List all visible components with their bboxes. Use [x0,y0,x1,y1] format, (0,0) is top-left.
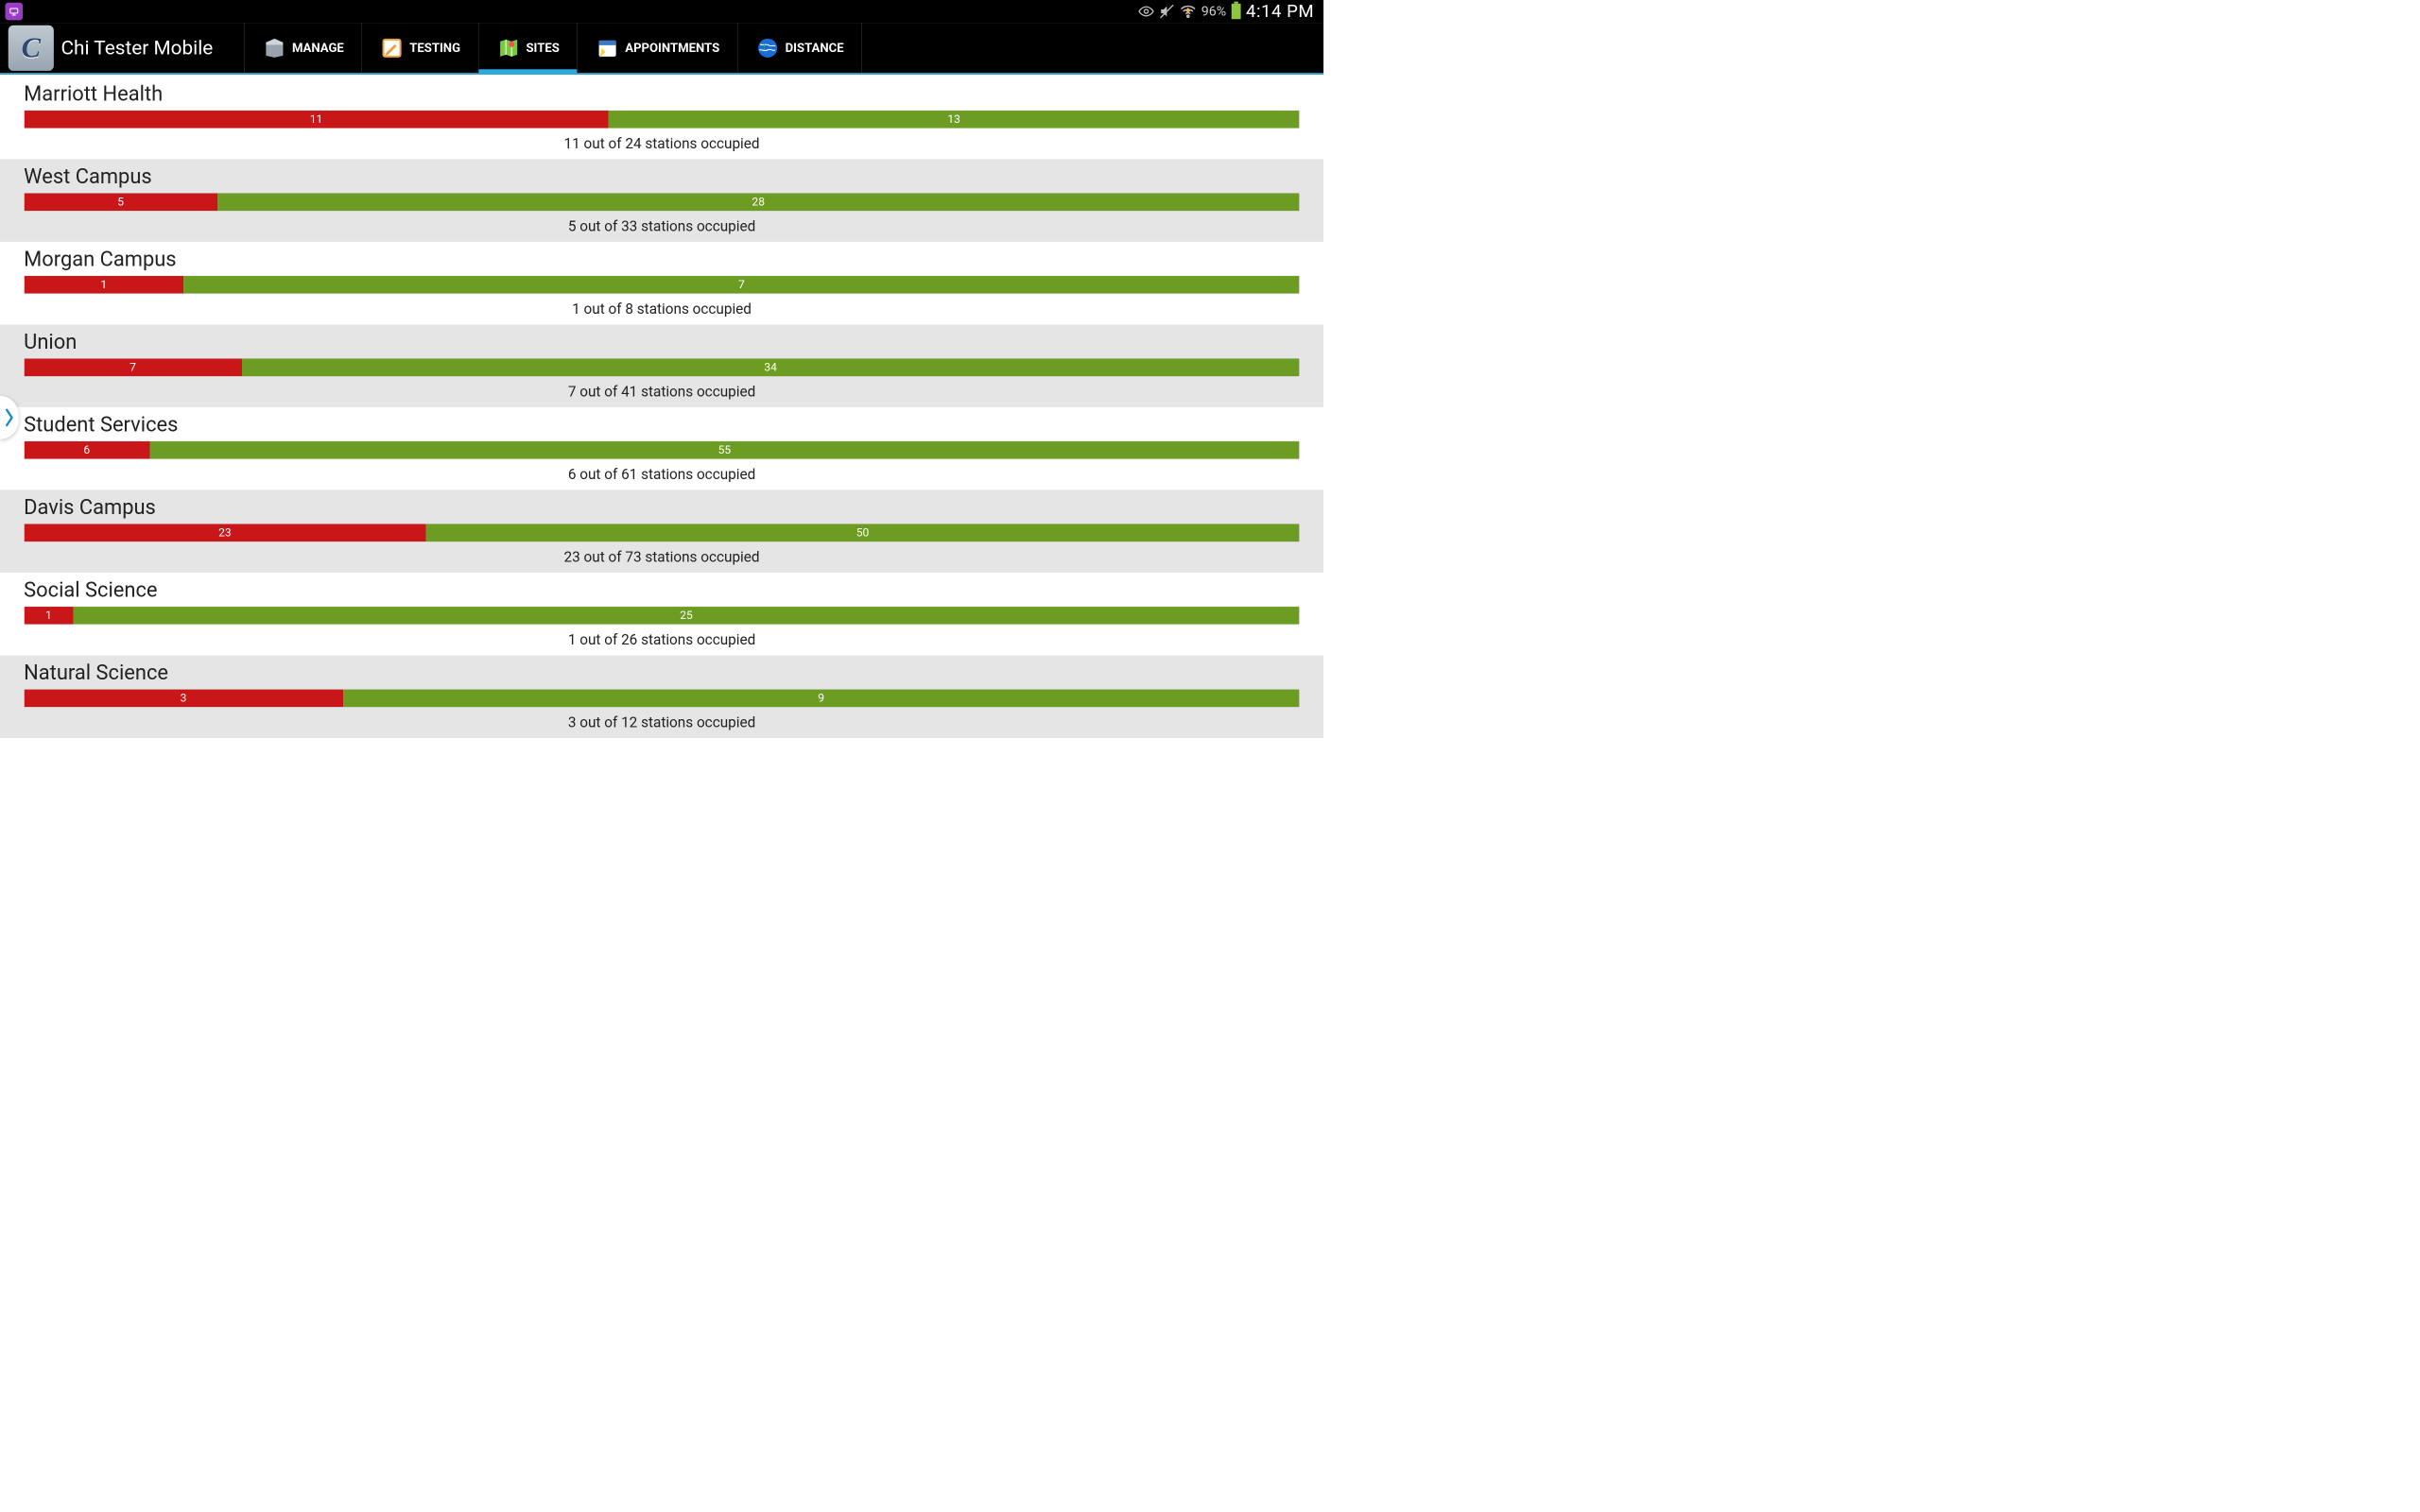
tab-testing[interactable]: TESTING [361,23,477,73]
site-row[interactable]: Marriott Health111311 out of 24 stations… [0,77,1323,160]
globe-icon [755,35,780,60]
site-status-text: 5 out of 33 stations occupied [0,212,1323,242]
site-status-text: 6 out of 61 stations occupied [0,459,1323,490]
occupancy-bar: 125 [24,607,1300,626]
site-status-text: 1 out of 8 stations occupied [0,294,1323,324]
tab-manage[interactable]: MANAGE [244,23,361,73]
occupancy-bar: 528 [24,193,1300,212]
pencil-icon [380,35,405,60]
site-row[interactable]: West Campus5285 out of 33 stations occup… [0,159,1323,242]
mute-icon [1159,4,1174,19]
occupancy-bar: 39 [24,689,1300,708]
status-right: 96% 4:14 PM [1138,1,1323,22]
wifi-icon [1180,3,1197,20]
free-segment: 9 [343,690,1299,708]
site-row[interactable]: Student Services6556 out of 61 stations … [0,407,1323,490]
site-row[interactable]: Social Science1251 out of 26 stations oc… [0,573,1323,656]
site-row[interactable]: Natural Science393 out of 12 stations oc… [0,655,1323,738]
notification-app-icon [5,3,23,21]
free-segment: 50 [426,524,1300,542]
occupied-segment: 7 [25,359,242,377]
tab-sites[interactable]: SITES [478,23,578,73]
site-row[interactable]: Davis Campus235023 out of 73 stations oc… [0,490,1323,573]
occupied-segment: 23 [25,524,426,542]
status-left [0,3,23,21]
occupancy-bar: 734 [24,358,1300,377]
free-segment: 13 [609,111,1300,129]
occupied-segment: 6 [25,441,150,459]
site-status-text: 1 out of 26 stations occupied [0,625,1323,655]
tab-appointments[interactable]: APPOINTMENTS [577,23,736,73]
site-status-text: 3 out of 12 stations occupied [0,708,1323,738]
site-name: Social Science [0,573,1323,607]
box-icon [262,35,286,60]
app-header: C Chi Tester Mobile MANAGE TESTING SITES AP… [0,23,1323,75]
battery-percent: 96% [1201,4,1226,19]
occupied-segment: 5 [25,194,217,212]
occupied-segment: 1 [25,607,74,625]
site-name: West Campus [0,159,1323,193]
tab-label: MANAGE [292,41,344,55]
free-segment: 34 [242,359,1299,377]
sites-list: Marriott Health111311 out of 24 stations… [0,75,1323,738]
eye-icon [1138,4,1153,19]
tab-label: TESTING [409,41,460,55]
occupancy-bar: 2350 [24,524,1300,542]
free-segment: 7 [183,276,1299,294]
free-segment: 25 [74,607,1300,625]
site-row[interactable]: Morgan Campus171 out of 8 stations occup… [0,242,1323,325]
occupancy-bar: 655 [24,441,1300,460]
site-name: Morgan Campus [0,242,1323,276]
status-clock: 4:14 PM [1246,1,1314,22]
tab-label: DISTANCE [786,41,844,55]
site-status-text: 23 out of 73 stations occupied [0,542,1323,573]
tab-label: SITES [526,41,559,55]
tab-bar: MANAGE TESTING SITES APPOINTMENTS DISTANCE [244,23,862,73]
app-title-block[interactable]: C Chi Tester Mobile [0,23,223,73]
free-segment: 55 [149,441,1299,459]
occupied-segment: 3 [25,690,343,708]
site-name: Davis Campus [0,490,1323,524]
calendar-icon [596,35,620,60]
app-title: Chi Tester Mobile [61,37,214,60]
occupancy-bar: 1113 [24,110,1300,129]
site-name: Marriott Health [0,77,1323,111]
tab-label: APPOINTMENTS [625,41,719,55]
battery-icon [1232,4,1241,19]
occupied-segment: 11 [25,111,609,129]
site-name: Natural Science [0,655,1323,689]
tab-distance[interactable]: DISTANCE [737,23,862,73]
app-logo: C [9,26,54,71]
site-status-text: 7 out of 41 stations occupied [0,377,1323,407]
occupied-segment: 1 [25,276,184,294]
site-row[interactable]: Union7347 out of 41 stations occupied [0,324,1323,407]
map-icon [496,35,521,60]
occupancy-bar: 17 [24,275,1300,294]
free-segment: 28 [217,194,1299,212]
android-status-bar: 96% 4:14 PM [0,0,1323,23]
site-status-text: 11 out of 24 stations occupied [0,129,1323,159]
site-name: Student Services [0,407,1323,441]
site-name: Union [0,324,1323,358]
